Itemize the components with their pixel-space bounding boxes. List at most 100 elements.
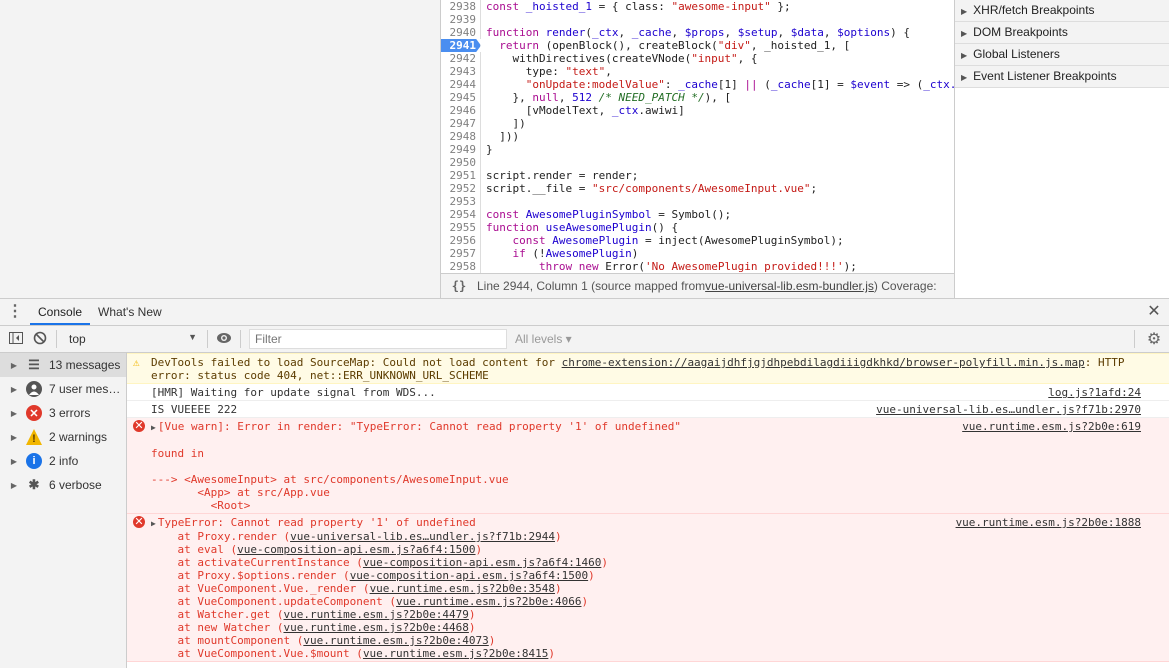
dom-breakpoints-section[interactable]: ▶ DOM Breakpoints bbox=[955, 22, 1169, 44]
code-editor[interactable]: 2938 const _hoisted_1 = { class: "awesome… bbox=[441, 0, 954, 273]
code-line[interactable]: 2948 ])) bbox=[441, 130, 954, 143]
stack-frame-link[interactable]: vue-composition-api.esm.js?a6f4:1460 bbox=[363, 556, 601, 569]
line-number[interactable]: 2956 bbox=[441, 234, 481, 247]
filter-input[interactable] bbox=[249, 329, 507, 349]
breakpoint-line-number[interactable]: 2941 bbox=[441, 39, 481, 52]
line-number[interactable]: 2947 bbox=[441, 117, 481, 130]
code-line[interactable]: 2940 function render(_ctx, _cache, $props… bbox=[441, 26, 954, 39]
tab-console[interactable]: Console bbox=[30, 299, 91, 325]
code-line[interactable]: 2952 script.__file = "src/components/Awes… bbox=[441, 182, 954, 195]
more-tools-menu-icon[interactable]: ⋮ bbox=[0, 299, 30, 325]
line-number[interactable]: 2945 bbox=[441, 91, 481, 104]
line-number[interactable]: 2954 bbox=[441, 208, 481, 221]
code-line[interactable]: 2946 [vModelText, _ctx.awiwi] bbox=[441, 104, 954, 117]
code-line[interactable]: 2939 bbox=[441, 13, 954, 26]
line-number[interactable]: 2940 bbox=[441, 26, 481, 39]
context-value: top bbox=[69, 332, 86, 346]
event-listener-breakpoints-section[interactable]: ▶ Event Listener Breakpoints bbox=[955, 66, 1169, 88]
code-line[interactable]: 2953 bbox=[441, 195, 954, 208]
expand-arrow-icon[interactable]: ▶ bbox=[151, 423, 156, 432]
line-number[interactable]: 2946 bbox=[441, 104, 481, 117]
pretty-print-button[interactable]: {} bbox=[441, 279, 477, 293]
sidebar-filter-item[interactable]: ▶ ✕ 3 errors bbox=[0, 401, 126, 425]
live-expression-eye-icon[interactable] bbox=[212, 331, 236, 347]
source-map-link[interactable]: vue-universal-lib.esm-bundler.js bbox=[705, 279, 874, 293]
code-text: script.render = render; bbox=[481, 169, 638, 182]
code-token: , bbox=[618, 26, 632, 39]
warning-icon: ! bbox=[26, 429, 42, 445]
context-selector[interactable]: top ▼ bbox=[61, 332, 203, 346]
line-number[interactable]: 2942 bbox=[441, 52, 481, 65]
user-icon bbox=[26, 381, 42, 397]
source-link[interactable]: log.js?1afd:24 bbox=[1048, 386, 1141, 399]
stack-frame-link[interactable]: vue.runtime.esm.js?2b0e:4066 bbox=[396, 595, 581, 608]
code-line[interactable]: 2958 throw new Error('No AwesomePlugin p… bbox=[441, 260, 954, 273]
code-line[interactable]: 2942 withDirectives(createVNode("input",… bbox=[441, 52, 954, 65]
line-number[interactable]: 2955 bbox=[441, 221, 481, 234]
line-number[interactable]: 2953 bbox=[441, 195, 481, 208]
code-line[interactable]: 2954 const AwesomePluginSymbol = Symbol()… bbox=[441, 208, 954, 221]
clear-console-icon[interactable] bbox=[28, 331, 52, 348]
line-number[interactable]: 2958 bbox=[441, 260, 481, 273]
error-message[interactable]: ✕ ▶ TypeError: Cannot read property '1' of… bbox=[127, 514, 1169, 662]
xhr-breakpoints-section[interactable]: ▶ XHR/fetch Breakpoints bbox=[955, 0, 1169, 22]
code-line[interactable]: 2949} bbox=[441, 143, 954, 156]
line-number[interactable]: 2939 bbox=[441, 13, 481, 26]
code-line[interactable]: 2941 return (openBlock(), createBlock("d… bbox=[441, 39, 954, 52]
sidebar-filter-item[interactable]: ▶ 7 user mes… bbox=[0, 377, 126, 401]
code-line[interactable]: 2947 ]) bbox=[441, 117, 954, 130]
sourcemap-link[interactable]: chrome-extension://aagaijdhfjgjdhpebdila… bbox=[562, 356, 1085, 369]
line-number[interactable]: 2943 bbox=[441, 65, 481, 78]
code-line[interactable]: 2938 const _hoisted_1 = { class: "awesome… bbox=[441, 0, 954, 13]
settings-gear-icon[interactable]: ⚙ bbox=[1139, 329, 1169, 349]
close-drawer-icon[interactable]: ✕ bbox=[1139, 299, 1169, 325]
tab-whats-new[interactable]: What's New bbox=[90, 299, 170, 325]
sidebar-filter-item[interactable]: ▶ ☰ 13 messages bbox=[0, 353, 126, 377]
code-line[interactable]: 2955 function useAwesomePlugin() { bbox=[441, 221, 954, 234]
code-line[interactable]: 2956 const AwesomePlugin = inject(Awesom… bbox=[441, 234, 954, 247]
toggle-sidebar-icon[interactable] bbox=[4, 331, 28, 347]
line-number[interactable]: 2938 bbox=[441, 0, 481, 13]
source-link[interactable]: vue-universal-lib.es…undler.js?f71b:2970 bbox=[876, 403, 1141, 416]
stack-frame-link[interactable]: vue.runtime.esm.js?2b0e:4468 bbox=[283, 621, 468, 634]
line-number[interactable]: 2949 bbox=[441, 143, 481, 156]
function-name: Proxy.render bbox=[197, 530, 277, 543]
stack-frame: at VueComponent.Vue._render (vue.runtime… bbox=[151, 582, 562, 595]
stack-frame-link[interactable]: vue.runtime.esm.js?2b0e:4073 bbox=[303, 634, 488, 647]
code-text: if (!AwesomePlugin) bbox=[481, 247, 638, 260]
stack-frame-link[interactable]: vue.runtime.esm.js?2b0e:3548 bbox=[370, 582, 555, 595]
code-line[interactable]: 2943 type: "text", bbox=[441, 65, 954, 78]
error-message[interactable]: ✕ ▶ [Vue warn]: Error in render: "TypeErro… bbox=[127, 418, 1169, 514]
line-number[interactable]: 2948 bbox=[441, 130, 481, 143]
code-line[interactable]: 2951 script.render = render; bbox=[441, 169, 954, 182]
sidebar-filter-item[interactable]: ▶ ✱ 6 verbose bbox=[0, 473, 126, 497]
navigator-pane bbox=[0, 0, 441, 298]
line-number[interactable]: 2957 bbox=[441, 247, 481, 260]
code-token: = Symbol(); bbox=[651, 208, 732, 221]
stack-frame-link[interactable]: vue-composition-api.esm.js?a6f4:1500 bbox=[237, 543, 475, 556]
source-link[interactable]: vue.runtime.esm.js?2b0e:619 bbox=[962, 420, 1141, 433]
sidebar-filter-item[interactable]: ▶! 2 warnings bbox=[0, 425, 126, 449]
log-levels-dropdown[interactable]: All levels ▾ bbox=[515, 332, 572, 346]
code-line[interactable]: 2950 bbox=[441, 156, 954, 169]
code-token: _cache bbox=[631, 26, 672, 39]
stack-frame-link[interactable]: vue.runtime.esm.js?2b0e:4479 bbox=[283, 608, 468, 621]
code-line[interactable]: 2945 }, null, 512 /* NEED_PATCH */), [ bbox=[441, 91, 954, 104]
global-listeners-section[interactable]: ▶ Global Listeners bbox=[955, 44, 1169, 66]
expand-arrow-icon[interactable]: ▶ bbox=[151, 519, 156, 528]
line-number[interactable]: 2951 bbox=[441, 169, 481, 182]
stack-frame-link[interactable]: vue-universal-lib.es…undler.js?f71b:2944 bbox=[290, 530, 555, 543]
line-number[interactable]: 2950 bbox=[441, 156, 481, 169]
sidebar-filter-item[interactable]: ▶ i 2 info bbox=[0, 449, 126, 473]
line-number[interactable]: 2952 bbox=[441, 182, 481, 195]
code-line[interactable]: 2944 "onUpdate:modelValue": _cache[1] ||… bbox=[441, 78, 954, 91]
code-token: withDirectives(createVNode( bbox=[486, 52, 692, 65]
stack-frame-link[interactable]: vue.runtime.esm.js?2b0e:8415 bbox=[363, 647, 548, 660]
stack-frame-link[interactable]: vue-composition-api.esm.js?a6f4:1500 bbox=[350, 569, 588, 582]
stack-trace: at Proxy.render (vue-universal-lib.es…un… bbox=[151, 530, 1141, 660]
function-name: mountComponent bbox=[197, 634, 291, 647]
source-link[interactable]: vue.runtime.esm.js?2b0e:1888 bbox=[956, 516, 1141, 529]
code-line[interactable]: 2957 if (!AwesomePlugin) bbox=[441, 247, 954, 260]
line-number[interactable]: 2944 bbox=[441, 78, 481, 91]
